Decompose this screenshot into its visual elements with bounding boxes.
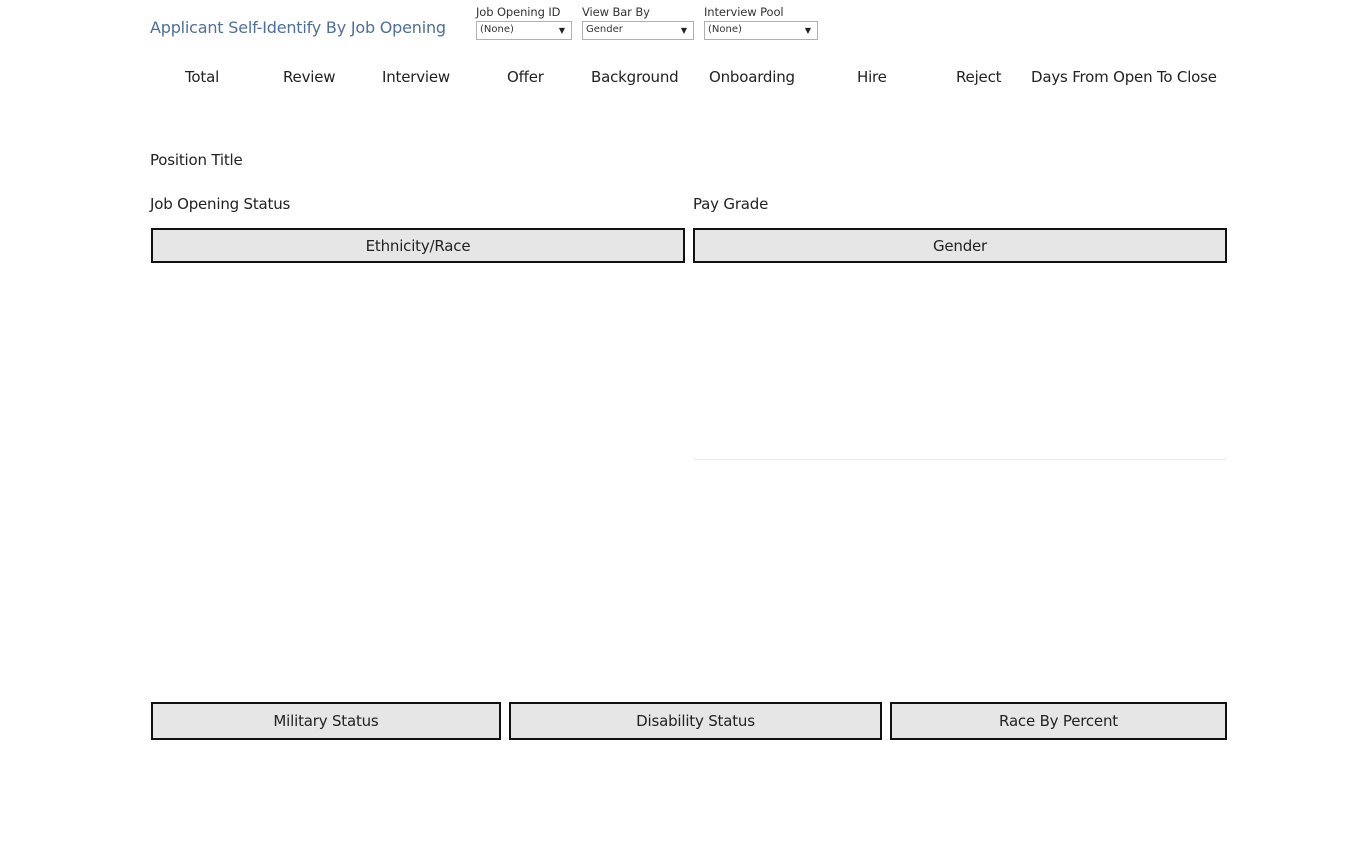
section-title: Disability Status [636, 712, 755, 730]
section-title: Ethnicity/Race [365, 236, 471, 255]
chevron-down-icon: ▼ [680, 26, 687, 35]
filter-label: View Bar By [582, 5, 650, 19]
job-opening-id-dropdown[interactable]: (None) ▼ [476, 21, 572, 40]
metric-interview: Interview [382, 68, 450, 86]
metric-reject: Reject [956, 68, 1002, 86]
race-by-percent-section-header[interactable]: Race By Percent [890, 702, 1227, 740]
dropdown-value: (None) [480, 24, 514, 35]
job-opening-status-label: Job Opening Status [150, 195, 291, 213]
interview-pool-dropdown[interactable]: (None) ▼ [704, 21, 818, 40]
pay-grade-label: Pay Grade [693, 195, 769, 213]
filter-job-opening-id: Job Opening ID (None) ▼ [476, 5, 572, 40]
page-title: Applicant Self-Identify By Job Opening [150, 18, 446, 37]
dropdown-value: (None) [708, 24, 742, 35]
chevron-down-icon: ▼ [804, 26, 811, 35]
view-bar-by-dropdown[interactable]: Gender ▼ [582, 21, 694, 40]
metric-offer: Offer [507, 68, 544, 86]
disability-status-section-header[interactable]: Disability Status [509, 702, 882, 740]
ethnicity-race-section-header[interactable]: Ethnicity/Race [151, 228, 685, 263]
position-title-label: Position Title [150, 151, 243, 169]
metric-total: Total [185, 68, 220, 86]
military-status-section-header[interactable]: Military Status [151, 702, 501, 740]
chevron-down-icon: ▼ [558, 26, 565, 35]
metric-background: Background [591, 68, 679, 86]
gender-section-header[interactable]: Gender [693, 228, 1227, 263]
metric-onboarding: Onboarding [709, 68, 795, 86]
filter-label: Interview Pool [704, 5, 784, 19]
section-title: Gender [932, 236, 988, 255]
filter-label: Job Opening ID [476, 5, 561, 19]
section-title: Race By Percent [999, 712, 1118, 730]
metric-review: Review [283, 68, 336, 86]
metric-hire: Hire [857, 68, 887, 86]
metric-days-open-to-close: Days From Open To Close [1031, 68, 1217, 86]
divider [693, 459, 1227, 460]
section-title: Military Status [273, 712, 379, 730]
filter-interview-pool: Interview Pool (None) ▼ [704, 5, 818, 40]
dropdown-value: Gender [586, 24, 623, 35]
filter-view-bar-by: View Bar By Gender ▼ [582, 5, 694, 40]
